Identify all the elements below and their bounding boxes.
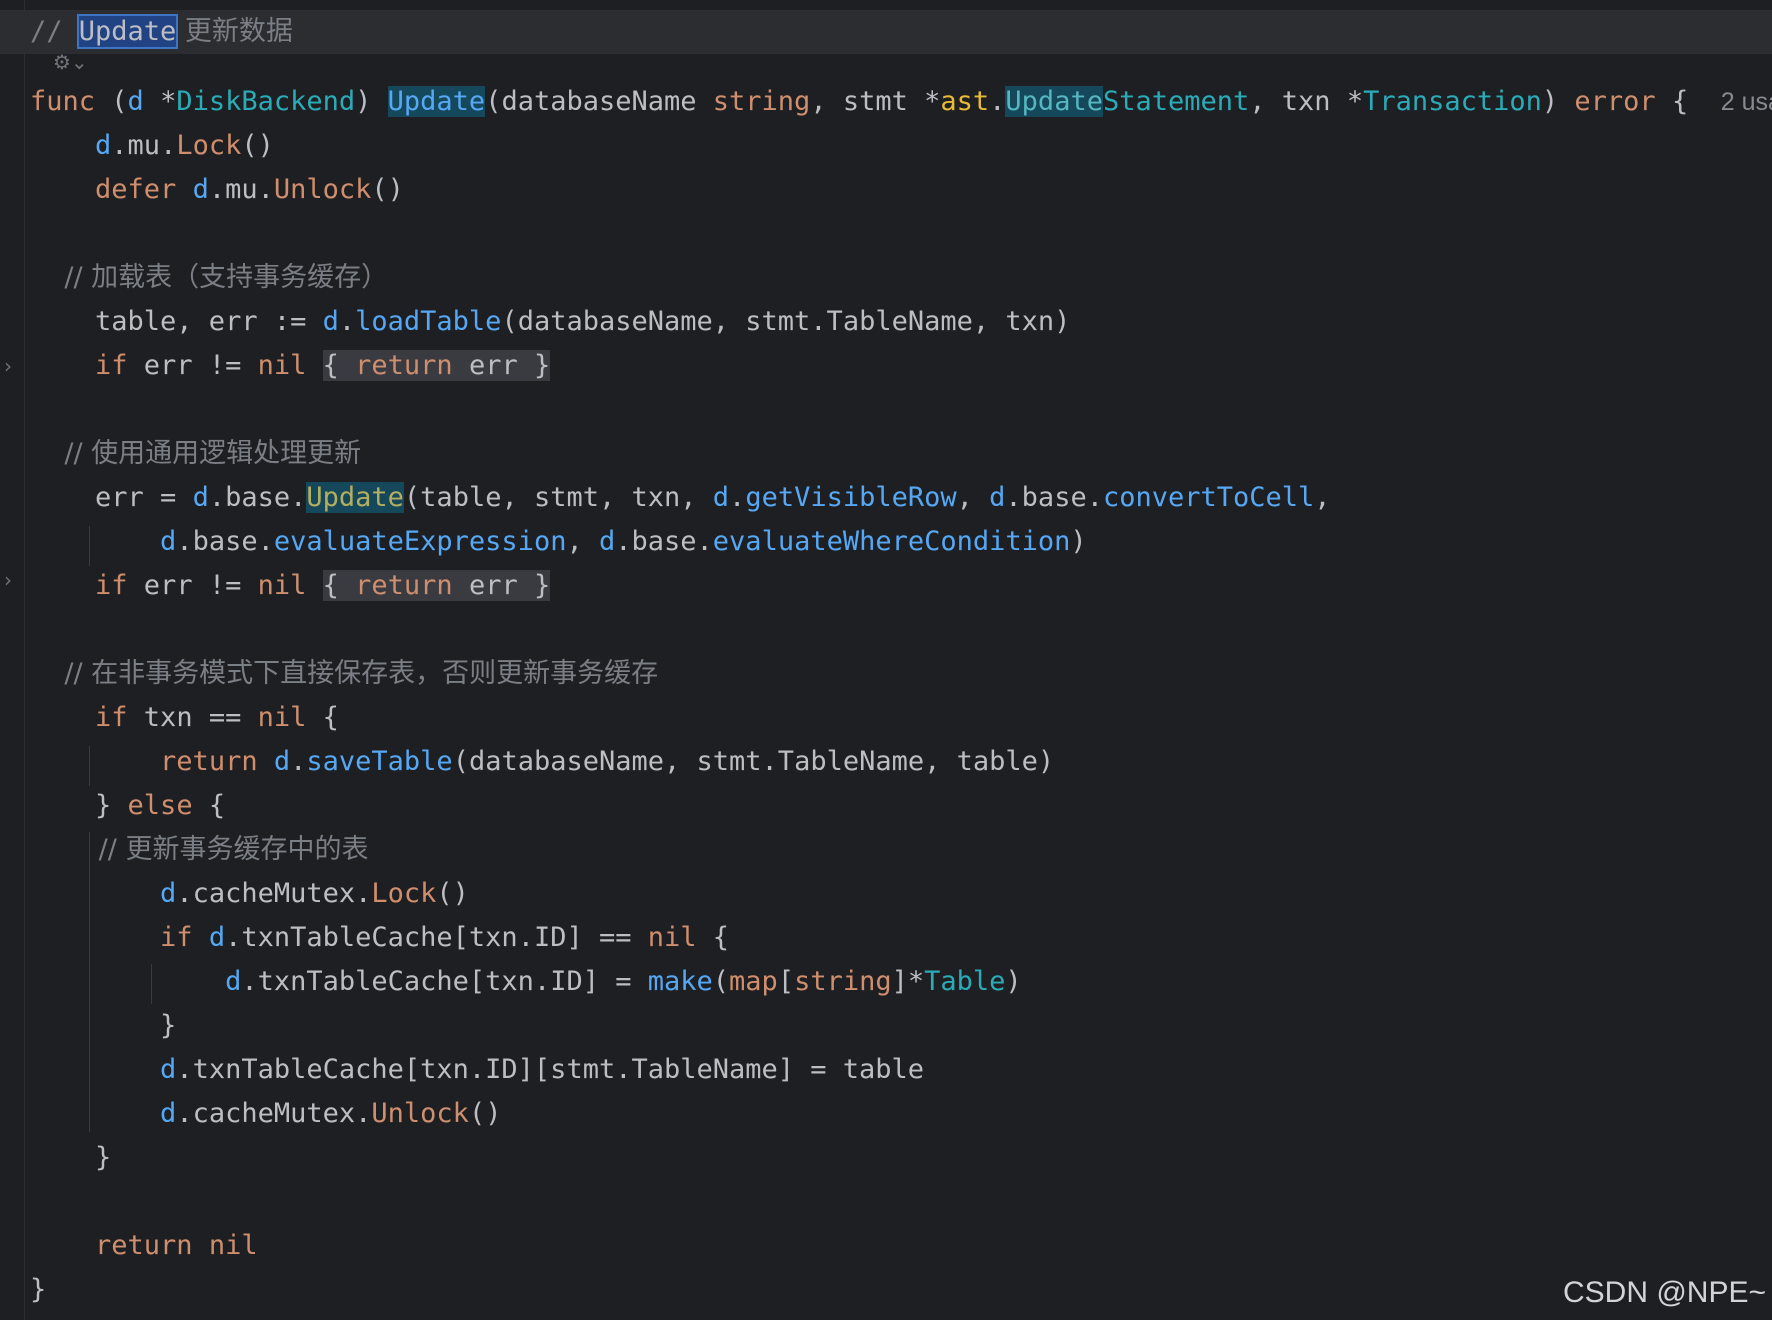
fold-expand-icon[interactable]: › [4, 354, 12, 378]
indent-guide [89, 832, 90, 1132]
code-line: return nil [95, 1230, 258, 1261]
indent-guide [89, 746, 90, 786]
code-line-func-signature: func (d *DiskBackend) Update(databaseNam… [30, 80, 1772, 124]
code-line-folded: if err != nil { return err } [95, 350, 551, 381]
usages-hint[interactable]: 2 usages [1721, 88, 1772, 116]
code-line: d.txnTableCache[txn.ID] = make(map[strin… [225, 966, 1022, 997]
code-line: } [30, 1010, 177, 1041]
code-comment: // 更新事务缓存中的表 [98, 834, 369, 865]
folded-block[interactable]: { return err } [322, 350, 551, 381]
code-editor[interactable]: // Update 更新数据 ⚙⌄ func (d *DiskBackend) … [0, 0, 1772, 1320]
watermark: CSDN @NPE~ [1563, 1276, 1766, 1309]
indent-guide [89, 526, 90, 566]
comment-text: 更新数据 [176, 16, 293, 47]
code-line: d.cacheMutex.Unlock() [160, 1098, 502, 1129]
ai-assist-icon[interactable]: ⚙⌄ [53, 50, 88, 74]
code-line: } [30, 1142, 112, 1173]
code-line-folded: if err != nil { return err } [95, 570, 551, 601]
code-line: d.mu.Lock() [95, 130, 274, 161]
fold-expand-icon[interactable]: › [4, 568, 12, 592]
folded-block[interactable]: { return err } [322, 570, 551, 601]
code-line: if txn == nil { [95, 702, 339, 733]
code-line: d.cacheMutex.Lock() [160, 878, 469, 909]
code-comment: // 加载表（支持事务缓存） [64, 262, 389, 293]
code-line: } else { [30, 790, 226, 821]
code-line: return d.saveTable(databaseName, stmt.Ta… [160, 746, 1055, 777]
comment-prefix: // [30, 16, 79, 47]
highlighted-identifier[interactable]: Update [76, 14, 179, 49]
code-line: defer d.mu.Unlock() [95, 174, 404, 205]
indent-guide [151, 964, 152, 1004]
editor-gutter: › › [0, 0, 25, 1320]
code-line-comment-header: // Update 更新数据 [0, 10, 1772, 54]
code-line: if d.txnTableCache[txn.ID] == nil { [160, 922, 730, 953]
code-comment: // 使用通用逻辑处理更新 [64, 438, 362, 469]
code-line: } [30, 1274, 47, 1305]
code-line: table, err := d.loadTable(databaseName, … [30, 306, 1071, 337]
code-line: d.base.evaluateExpression, d.base.evalua… [160, 526, 1087, 557]
code-line: d.txnTableCache[txn.ID][stmt.TableName] … [160, 1054, 925, 1085]
code-line: err = d.base.Update(table, stmt, txn, d.… [30, 482, 1331, 513]
code-comment: // 在非事务模式下直接保存表，否则更新事务缓存 [64, 658, 659, 689]
